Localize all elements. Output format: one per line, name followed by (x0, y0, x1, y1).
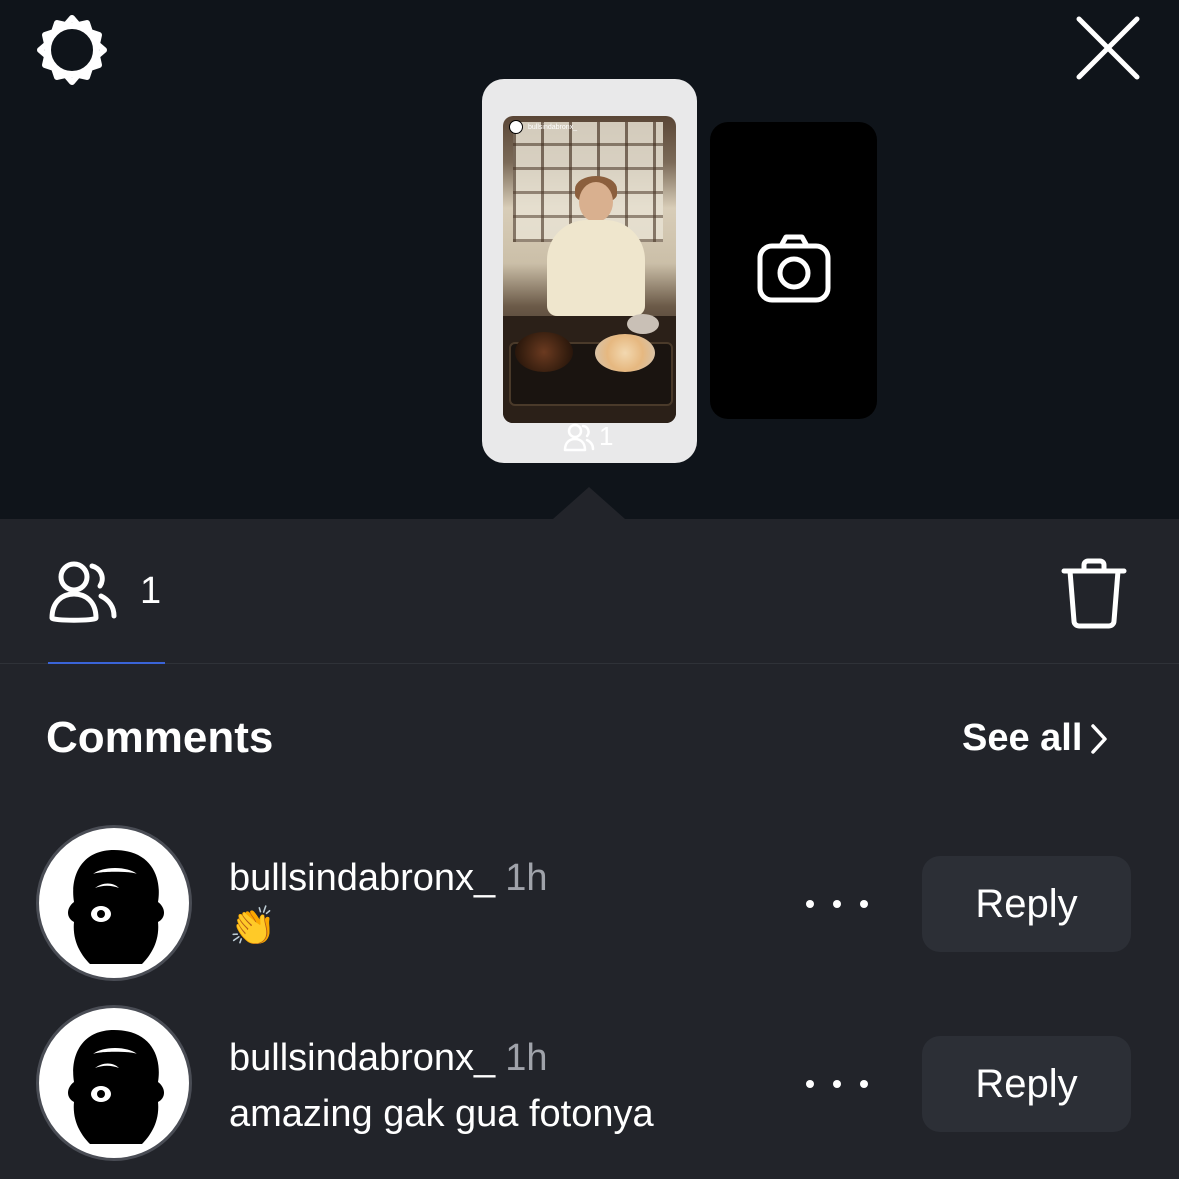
divider (0, 663, 1179, 664)
comment-time: 1h (505, 1037, 548, 1079)
trash-icon[interactable] (1060, 557, 1128, 629)
story-photo-header: bullsindabronx_ (509, 120, 577, 134)
comment-item: bullsindabronx_ 1h 👏 Reply (0, 825, 1179, 985)
story-details-sheet: 1 Comments See all bullsindabronx_ 1h 👏 … (0, 519, 1179, 1179)
comment-item: bullsindabronx_ 1h amazing gak gua fotony… (0, 1005, 1179, 1165)
add-story-camera-card[interactable] (710, 122, 877, 419)
story-viewer-count-value: 1 (599, 421, 614, 451)
comment-text: 👏 (229, 906, 277, 948)
people-icon (563, 423, 595, 451)
see-all-label: See all (962, 717, 1083, 759)
avatar[interactable] (36, 825, 192, 981)
comment-time: 1h (505, 857, 548, 899)
camera-icon (757, 232, 831, 306)
viewers-tab[interactable]: 1 (48, 558, 161, 624)
comment-username: bullsindabronx_ 1h (229, 1037, 548, 1079)
comments-title: Comments (46, 713, 274, 762)
tab-active-indicator (48, 662, 165, 664)
comment-text: amazing gak gua fotonya (229, 1093, 654, 1135)
people-icon (49, 561, 117, 623)
close-icon[interactable] (1070, 10, 1146, 86)
story-username: bullsindabronx_ (528, 123, 578, 131)
story-thumbnail-selected[interactable]: bullsindabronx_ 1 (482, 79, 697, 463)
story-viewer-count: 1 (563, 421, 613, 452)
comment-username: bullsindabronx_ 1h (229, 857, 548, 899)
more-options-button[interactable] (806, 891, 868, 917)
avatar (509, 120, 523, 134)
avatar[interactable] (36, 1005, 192, 1161)
see-all-link[interactable]: See all (962, 717, 1110, 760)
chevron-right-icon (1091, 723, 1108, 754)
reply-button[interactable]: Reply (922, 1036, 1131, 1132)
story-photo: bullsindabronx_ (503, 116, 676, 423)
selection-pointer (553, 487, 625, 519)
gear-icon[interactable] (34, 12, 110, 88)
viewers-count: 1 (140, 569, 162, 612)
more-options-button[interactable] (806, 1071, 868, 1097)
reply-button[interactable]: Reply (922, 856, 1131, 952)
story-preview-area: bullsindabronx_ 1 (0, 0, 1179, 519)
